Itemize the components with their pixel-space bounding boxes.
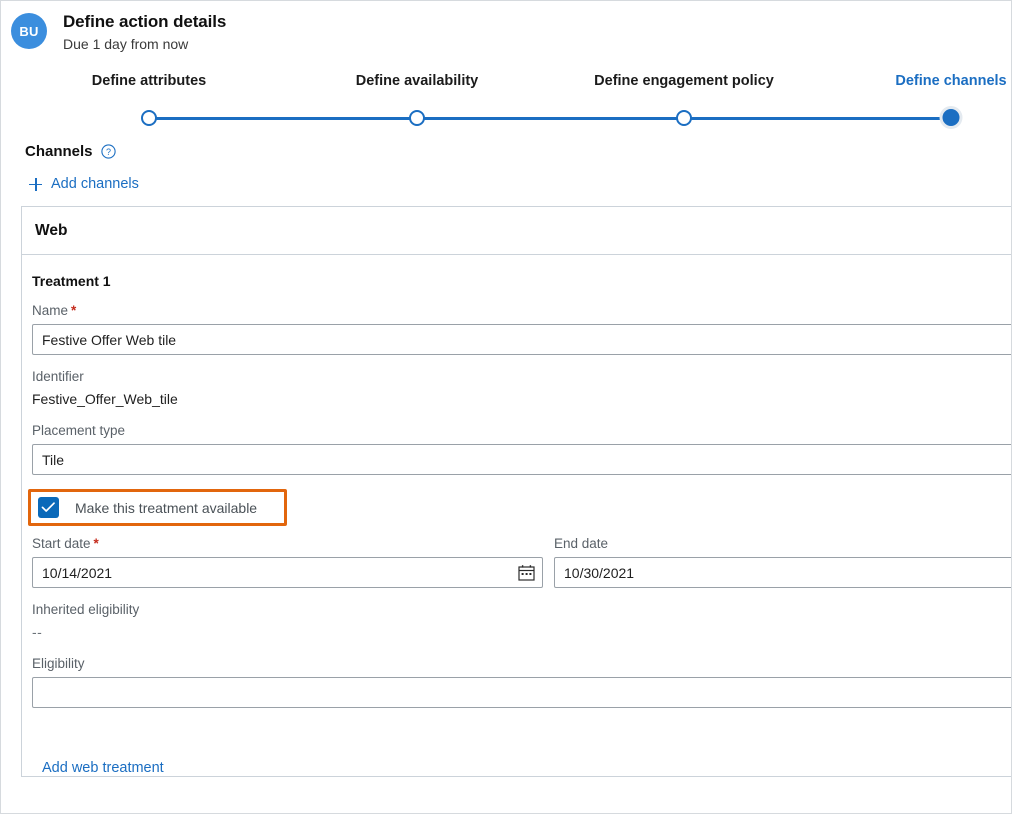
field-start-date: Start date * 10/14/2021 — [32, 535, 543, 588]
svg-text:?: ? — [106, 147, 111, 157]
end-date-label: End date — [554, 536, 609, 551]
step-label-define-engagement-policy[interactable]: Define engagement policy — [594, 73, 774, 89]
field-placement-type: Placement type Tile — [32, 422, 1011, 475]
question-circle-icon[interactable]: ? — [100, 144, 116, 159]
add-channels-button[interactable]: Add channels — [29, 176, 139, 192]
make-treatment-available-highlight: Make this treatment available — [28, 489, 287, 526]
treatment-body: Treatment 1 Name * Festive Offer Web tile… — [22, 273, 1011, 776]
due-date-text: Due 1 day from now — [63, 36, 189, 52]
page-header: BU Define action details Due 1 day from … — [1, 1, 1011, 59]
field-identifier: Identifier Festive_Offer_Web_tile — [32, 368, 1011, 409]
date-row: Start date * 10/14/2021 End date 10/30/2… — [32, 535, 1011, 588]
start-date-value: 10/14/2021 — [42, 564, 113, 581]
name-input[interactable]: Festive Offer Web tile — [32, 324, 1011, 355]
step-label-define-channels[interactable]: Define channels — [895, 73, 1006, 89]
field-eligibility: Eligibility — [32, 655, 1011, 708]
step-dot-define-availability[interactable] — [409, 110, 425, 126]
plus-icon — [29, 177, 42, 191]
required-asterisk: * — [71, 303, 77, 318]
required-asterisk: * — [93, 536, 99, 551]
calendar-icon[interactable] — [518, 564, 535, 581]
name-label: Name * — [32, 303, 77, 318]
stepper-labels: Define attributes Define availability De… — [1, 73, 1011, 95]
step-label-define-availability[interactable]: Define availability — [356, 73, 479, 89]
channels-title: Channels — [25, 143, 93, 160]
avatar: BU — [11, 13, 47, 49]
placement-type-label: Placement type — [32, 423, 126, 438]
check-icon — [41, 502, 55, 512]
step-dot-define-channels[interactable] — [942, 109, 960, 126]
channel-name-header: Web — [22, 207, 1011, 255]
header-text-block: Define action details Due 1 day from now — [63, 11, 226, 54]
add-web-treatment-button[interactable]: Add web treatment — [42, 760, 164, 776]
define-action-details-page: BU Define action details Due 1 day from … — [0, 0, 1012, 814]
make-treatment-available-label: Make this treatment available — [75, 499, 258, 516]
page-title: Define action details — [63, 12, 227, 31]
channels-heading-row: Channels ? — [25, 143, 1011, 160]
channel-panel-web: Web Treatment 1 Name * Festive Offer Web … — [21, 206, 1011, 777]
inherited-eligibility-label: Inherited eligibility — [32, 602, 140, 617]
placement-type-input[interactable]: Tile — [32, 444, 1011, 475]
step-label-define-attributes[interactable]: Define attributes — [92, 73, 206, 89]
start-date-input[interactable]: 10/14/2021 — [32, 557, 543, 588]
inherited-eligibility-value: -- — [32, 624, 43, 640]
eligibility-input[interactable] — [32, 677, 1011, 708]
step-dot-define-attributes[interactable] — [141, 110, 157, 126]
end-date-value: 10/30/2021 — [564, 564, 635, 581]
field-inherited-eligibility: Inherited eligibility -- — [32, 601, 1011, 642]
progress-stepper: Define attributes Define availability De… — [1, 73, 1011, 133]
field-name: Name * Festive Offer Web tile — [32, 302, 1011, 355]
make-treatment-available-checkbox[interactable] — [38, 497, 59, 518]
end-date-input[interactable]: 10/30/2021 — [554, 557, 1011, 588]
eligibility-label: Eligibility — [32, 656, 85, 671]
identifier-value: Festive_Offer_Web_tile — [32, 391, 178, 407]
identifier-label: Identifier — [32, 369, 84, 384]
field-end-date: End date 10/30/2021 — [554, 535, 1011, 588]
stepper-track — [149, 117, 949, 120]
step-dot-define-engagement-policy[interactable] — [676, 110, 692, 126]
start-date-label: Start date * — [32, 536, 99, 551]
treatment-title: Treatment 1 — [32, 273, 111, 289]
add-channels-label: Add channels — [51, 176, 139, 192]
